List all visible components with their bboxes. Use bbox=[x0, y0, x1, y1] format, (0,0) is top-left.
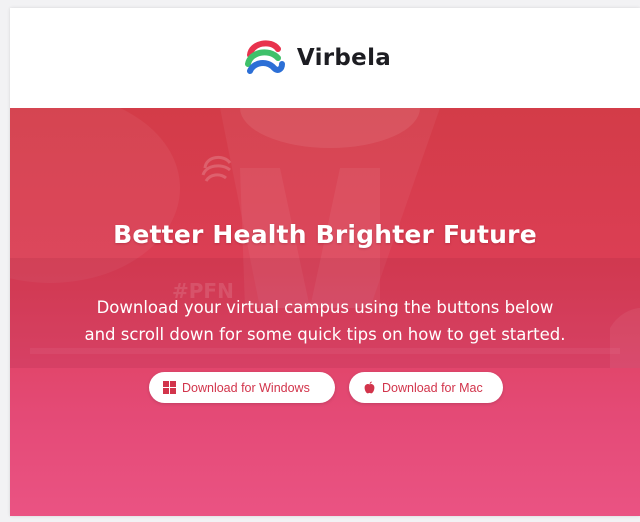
download-mac-button[interactable]: Download for Mac bbox=[349, 372, 503, 403]
hero-subtitle: Download your virtual campus using the b… bbox=[10, 294, 640, 348]
apple-icon bbox=[364, 381, 375, 394]
hero-subtitle-line-2: and scroll down for some quick tips on h… bbox=[84, 325, 566, 344]
download-windows-label: Download for Windows bbox=[182, 380, 310, 395]
landing-card: Virbela #PFN Better Health Brighter Futu… bbox=[10, 8, 640, 516]
hero-subtitle-line-1: Download your virtual campus using the b… bbox=[96, 298, 554, 317]
brand-name: Virbela bbox=[296, 45, 392, 71]
brand[interactable]: Virbela bbox=[241, 34, 391, 82]
download-windows-button[interactable]: Download for Windows bbox=[149, 372, 335, 403]
download-mac-label: Download for Mac bbox=[382, 380, 483, 395]
hero-title: Better Health Brighter Future bbox=[113, 220, 537, 249]
page-frame: Virbela #PFN Better Health Brighter Futu… bbox=[0, 0, 640, 522]
download-buttons: Download for Windows Download for Mac bbox=[10, 372, 640, 403]
virbela-logo-icon bbox=[244, 40, 285, 74]
site-header: Virbela bbox=[10, 8, 640, 108]
windows-icon bbox=[163, 381, 176, 394]
hero-banner: #PFN Better Health Brighter Future Downl… bbox=[10, 108, 640, 516]
